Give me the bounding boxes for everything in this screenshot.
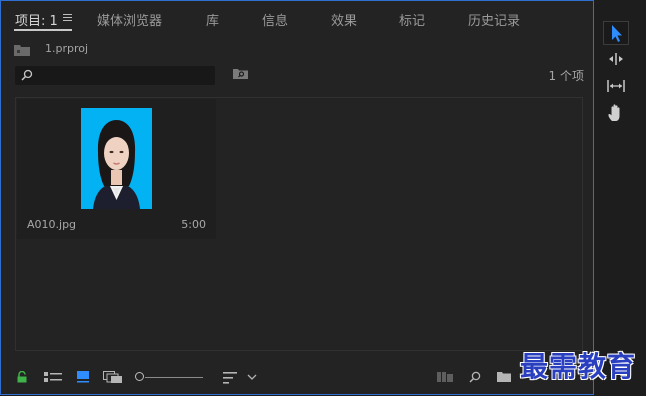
tab-project[interactable]: 项目: 1 xyxy=(15,10,58,29)
automate-to-sequence-icon[interactable] xyxy=(437,372,453,382)
lock-icon[interactable] xyxy=(17,371,27,383)
find-in-bin-icon[interactable] xyxy=(233,68,248,79)
project-panel: 项目: 1 媒体浏览器 库 信息 效果 标记 历史记录 1.prproj 1 个… xyxy=(0,0,594,395)
tab-effects[interactable]: 效果 xyxy=(331,10,357,29)
new-bin-icon[interactable] xyxy=(497,372,511,382)
media-item-duration: 5:00 xyxy=(181,218,206,231)
find-icon[interactable] xyxy=(469,371,481,383)
project-bottom-toolbar xyxy=(1,363,593,393)
selection-tool[interactable] xyxy=(603,21,629,45)
project-items-grid[interactable]: A010.jpg 5:00 xyxy=(15,97,583,351)
tab-markers[interactable]: 标记 xyxy=(399,10,425,29)
panel-menu-icon[interactable] xyxy=(63,14,72,22)
tab-history[interactable]: 历史记录 xyxy=(468,10,520,29)
selection-tool-icon xyxy=(612,25,622,42)
watermark-logo: 最需教育 xyxy=(520,350,637,383)
tab-libraries[interactable]: 库 xyxy=(206,10,219,29)
slip-tool[interactable] xyxy=(604,75,628,97)
icon-view-icon[interactable] xyxy=(77,371,89,383)
hand-tool-icon xyxy=(608,104,620,121)
media-item-card[interactable]: A010.jpg 5:00 xyxy=(17,99,216,239)
panel-tab-bar: 项目: 1 媒体浏览器 库 信息 效果 标记 历史记录 xyxy=(1,1,593,35)
portrait-photo-icon xyxy=(81,108,152,209)
zoom-slider-handle[interactable] xyxy=(135,372,144,381)
search-field[interactable] xyxy=(15,66,215,85)
project-bin-icon xyxy=(14,45,30,56)
media-item-name: A010.jpg xyxy=(27,218,77,231)
item-count: 1 个项 xyxy=(548,69,584,83)
active-tab-underline xyxy=(14,29,72,31)
project-file-name: 1.prproj xyxy=(45,42,89,55)
media-thumbnail[interactable] xyxy=(81,108,152,209)
zoom-slider-track[interactable] xyxy=(145,377,203,378)
sort-dropdown-icon[interactable] xyxy=(247,374,257,380)
freeform-view-icon[interactable] xyxy=(103,371,123,384)
tab-info[interactable]: 信息 xyxy=(262,10,288,29)
list-view-icon[interactable] xyxy=(44,372,62,383)
sort-icon[interactable] xyxy=(223,372,237,384)
ripple-edit-tool-icon xyxy=(609,53,623,65)
search-icon xyxy=(21,69,33,81)
tools-panel xyxy=(596,0,646,396)
ripple-edit-tool[interactable] xyxy=(604,48,628,70)
tab-media-browser[interactable]: 媒体浏览器 xyxy=(97,10,162,29)
slip-tool-icon xyxy=(607,80,625,92)
hand-tool[interactable] xyxy=(604,102,628,124)
